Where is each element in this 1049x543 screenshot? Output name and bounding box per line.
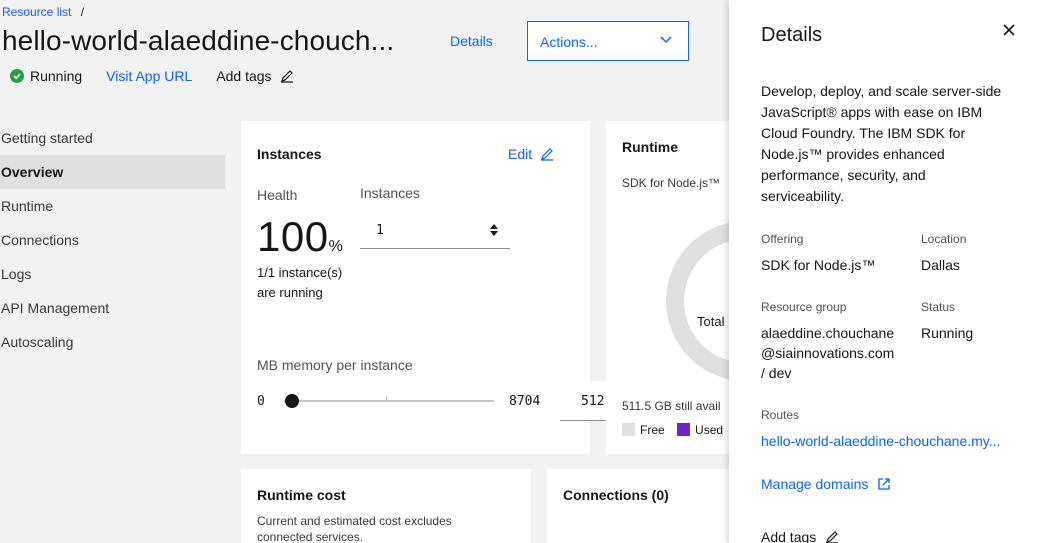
actions-dropdown-label: Actions... [540, 34, 598, 50]
runtime-card: Runtime SDK for Node.js™ Total 511.5 GB … [606, 121, 736, 454]
edit-label: Edit [508, 146, 533, 162]
resource-group-value: alaeddine.chouchane @siainnovations.com … [761, 323, 894, 383]
runtime-cost-desc-line-1: Current and estimated cost excludes [257, 514, 452, 528]
nav-item-runtime[interactable]: Runtime [0, 189, 225, 223]
slider-tick [386, 396, 387, 402]
offering-label: Offering [761, 232, 804, 246]
breadcrumb-separator: / [80, 5, 85, 19]
manage-domains-label: Manage domains [761, 476, 869, 492]
caret-sort-icon [490, 224, 498, 236]
instances-card: Instances Edit Health Instances 100% 1 1… [241, 121, 620, 454]
connections-title: Connections (0) [563, 487, 669, 503]
runtime-title: Runtime [622, 139, 678, 155]
running-line-1: 1/1 instance(s) [257, 265, 343, 280]
page-title: hello-world-alaeddine-chouch... [2, 25, 395, 56]
instances-stepper[interactable]: 1 [360, 213, 510, 249]
resource-group-line-1: alaeddine.chouchane [761, 325, 895, 341]
edit-icon [826, 531, 839, 543]
memory-slider-track[interactable] [284, 400, 494, 402]
runtime-cost-desc-line-2: connected services. [257, 530, 364, 543]
connections-card: Connections (0) [547, 469, 737, 543]
nav-item-autoscaling[interactable]: Autoscaling [0, 325, 225, 359]
manage-domains-link[interactable]: Manage domains [761, 474, 891, 494]
status-label: Status [921, 300, 956, 314]
runtime-subtitle: SDK for Node.js™ [622, 176, 721, 190]
location-value: Dallas [921, 257, 960, 273]
status-row: Running Visit App URL Add tags [10, 68, 294, 84]
instances-label: Instances [360, 185, 420, 201]
memory-label: MB memory per instance [257, 357, 413, 373]
breadcrumb-resource-list[interactable]: Resource list [2, 5, 71, 19]
resource-group-line-2: @siainnovations.com [761, 345, 895, 361]
panel-add-tags-label: Add tags [761, 529, 817, 543]
legend-free: Free [640, 423, 665, 437]
nav-item-connections[interactable]: Connections [0, 223, 225, 257]
edit-icon [541, 148, 554, 161]
panel-desc-line-2: JavaScript® apps with ease on IBM [761, 104, 983, 120]
breadcrumb: Resource list / [2, 5, 84, 19]
memory-min: 0 [257, 394, 265, 409]
panel-desc-line-6: serviceability. [761, 188, 844, 204]
panel-desc-line-3: Cloud Foundry. The IBM SDK for [761, 125, 966, 141]
side-nav: Getting started Overview Runtime Connect… [0, 121, 225, 359]
routes-label: Routes [761, 408, 800, 422]
location-label: Location [921, 232, 967, 246]
memory-slider-thumb[interactable] [285, 394, 299, 408]
runtime-legend: Free Used [622, 423, 723, 437]
memory-max: 8704 [509, 394, 541, 409]
panel-description: Develop, deploy, and scale server-side J… [761, 81, 1021, 207]
health-number: 100 [257, 213, 329, 260]
close-icon[interactable] [999, 20, 1019, 40]
chevron-down-icon [660, 36, 672, 44]
legend-used: Used [695, 423, 724, 437]
runtime-cost-desc: Current and estimated cost excludes conn… [257, 513, 452, 543]
details-link[interactable]: Details [450, 33, 493, 49]
actions-dropdown[interactable]: Actions... [527, 21, 689, 61]
legend-free-swatch [622, 423, 635, 436]
resource-group-line-3: / dev [761, 365, 792, 381]
panel-desc-line-4: Node.js™ provides enhanced [761, 146, 945, 162]
nav-item-logs[interactable]: Logs [0, 257, 225, 291]
resource-group-label: Resource group [761, 300, 847, 314]
nav-item-getting-started[interactable]: Getting started [0, 121, 225, 155]
edit-instances-button[interactable]: Edit [508, 146, 554, 162]
status-value: Running [921, 325, 974, 341]
instances-value: 1 [376, 223, 384, 238]
nav-item-overview[interactable]: Overview [0, 155, 225, 189]
running-text: 1/1 instance(s) are running [257, 263, 342, 303]
memory-value: 512 [581, 394, 605, 409]
add-tags-label: Add tags [216, 68, 272, 84]
legend-used-swatch [677, 423, 691, 436]
health-unit: % [328, 238, 344, 255]
status-text: Running [30, 68, 83, 84]
panel-title: Details [761, 24, 823, 46]
visit-app-url-link[interactable]: Visit App URL [106, 68, 192, 84]
runtime-cost-card: Runtime cost Current and estimated cost … [241, 469, 531, 543]
panel-desc-line-5: performance, security, and [761, 167, 926, 183]
route-link[interactable]: hello-world-alaeddine-chouchane.my... [761, 431, 1000, 451]
checkmark-filled-icon [10, 69, 24, 83]
details-panel: Details Develop, deploy, and scale serve… [729, 0, 1049, 543]
memory-donut-chart [666, 221, 736, 381]
panel-add-tags-button[interactable]: Add tags [761, 527, 839, 543]
nav-item-api-management[interactable]: API Management [0, 291, 225, 325]
launch-icon [878, 478, 891, 490]
donut-center-label: Total [697, 314, 725, 329]
add-tags-button[interactable]: Add tags [216, 68, 293, 84]
edit-icon [280, 70, 293, 83]
health-value: 100% [257, 213, 343, 261]
running-line-2: are running [257, 285, 323, 300]
still-available-text: 511.5 GB still avail [622, 399, 721, 413]
runtime-cost-title: Runtime cost [257, 487, 346, 503]
instances-title: Instances [257, 146, 322, 162]
offering-value: SDK for Node.js™ [761, 257, 876, 273]
health-label: Health [257, 187, 298, 203]
panel-desc-line-1: Develop, deploy, and scale server-side [761, 83, 1002, 99]
